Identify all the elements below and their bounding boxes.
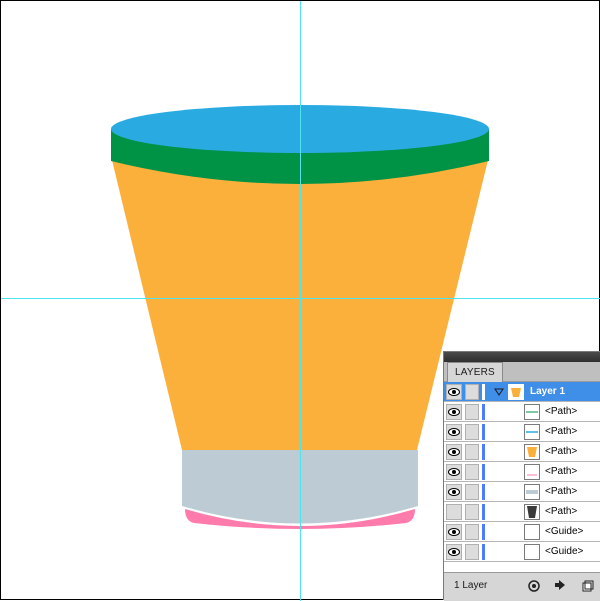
layer-label[interactable]: Layer 1 xyxy=(530,382,565,402)
visibility-toggle[interactable] xyxy=(446,424,462,440)
path-orange-icon xyxy=(524,444,540,460)
layer-color-indicator xyxy=(482,404,485,420)
lock-toggle[interactable] xyxy=(465,404,479,420)
new-layer-icon[interactable] xyxy=(580,579,594,593)
visibility-toggle[interactable] xyxy=(446,444,462,460)
layer-color-indicator xyxy=(482,544,485,560)
layer-row-layer-1[interactable]: Layer 1 xyxy=(444,382,600,402)
eye-icon xyxy=(448,528,460,536)
path-line-icon xyxy=(524,424,540,440)
layer-color-indicator xyxy=(482,484,485,500)
panel-title-bar[interactable] xyxy=(444,352,600,362)
layer-row-path[interactable]: <Path> xyxy=(444,502,600,522)
layer-icon xyxy=(508,384,524,400)
path-gray-icon xyxy=(524,484,540,500)
lock-toggle[interactable] xyxy=(465,464,479,480)
layer-row-path[interactable]: <Path> xyxy=(444,482,600,502)
visibility-toggle[interactable] xyxy=(446,484,462,500)
layer-color-indicator xyxy=(482,384,485,400)
visibility-toggle[interactable] xyxy=(446,404,462,420)
lock-toggle[interactable] xyxy=(465,384,479,400)
layer-color-indicator xyxy=(482,504,485,520)
visibility-toggle[interactable] xyxy=(446,524,462,540)
layers-panel[interactable]: LAYERS Layer 1 <Path> <Path> <Path> <Pat… xyxy=(443,351,600,601)
layer-label[interactable]: <Guide> xyxy=(545,542,583,562)
lock-toggle[interactable] xyxy=(465,504,479,520)
eye-icon xyxy=(448,428,460,436)
guide-icon xyxy=(524,524,540,540)
visibility-toggle[interactable] xyxy=(446,464,462,480)
lock-toggle[interactable] xyxy=(465,424,479,440)
panel-footer: 1 Layer xyxy=(444,572,600,601)
lock-toggle[interactable] xyxy=(465,524,479,540)
eye-icon xyxy=(448,488,460,496)
layer-row-guide[interactable]: <Guide> xyxy=(444,542,600,562)
make-clipping-mask-icon[interactable] xyxy=(527,579,541,593)
layer-label[interactable]: <Path> xyxy=(545,422,577,442)
path-empty-icon xyxy=(524,464,540,480)
tab-layers[interactable]: LAYERS xyxy=(447,362,503,382)
layer-label[interactable]: <Path> xyxy=(545,402,577,422)
layer-list[interactable]: Layer 1 <Path> <Path> <Path> <Path> <Pat… xyxy=(444,382,600,572)
visibility-toggle[interactable] xyxy=(446,544,462,560)
eye-icon xyxy=(448,408,460,416)
layer-color-indicator xyxy=(482,444,485,460)
eye-icon xyxy=(448,388,460,396)
eye-icon xyxy=(448,448,460,456)
eye-icon xyxy=(448,548,460,556)
lock-toggle[interactable] xyxy=(465,444,479,460)
layer-label[interactable]: <Guide> xyxy=(545,522,583,542)
layer-row-path[interactable]: <Path> xyxy=(444,422,600,442)
lock-toggle[interactable] xyxy=(465,544,479,560)
visibility-toggle[interactable] xyxy=(446,504,462,520)
guide-icon xyxy=(524,544,540,560)
layer-color-indicator xyxy=(482,524,485,540)
layer-color-indicator xyxy=(482,464,485,480)
layer-count-label: 1 Layer xyxy=(454,580,488,591)
path-dark-icon xyxy=(524,504,540,520)
new-sublayer-icon[interactable] xyxy=(553,579,567,593)
layer-color-indicator xyxy=(482,424,485,440)
lock-toggle[interactable] xyxy=(465,484,479,500)
layer-row-path[interactable]: <Path> xyxy=(444,402,600,422)
visibility-toggle[interactable] xyxy=(446,384,462,400)
eye-icon xyxy=(448,468,460,476)
layer-label[interactable]: <Path> xyxy=(545,442,577,462)
layer-label[interactable]: <Path> xyxy=(545,462,577,482)
layer-label[interactable]: <Path> xyxy=(545,482,577,502)
layer-row-path[interactable]: <Path> xyxy=(444,442,600,462)
layer-row-guide[interactable]: <Guide> xyxy=(444,522,600,542)
disclosure-triangle-icon[interactable] xyxy=(493,386,505,398)
layer-label[interactable]: <Path> xyxy=(545,502,577,522)
path-line-icon xyxy=(524,404,540,420)
layer-row-path[interactable]: <Path> xyxy=(444,462,600,482)
